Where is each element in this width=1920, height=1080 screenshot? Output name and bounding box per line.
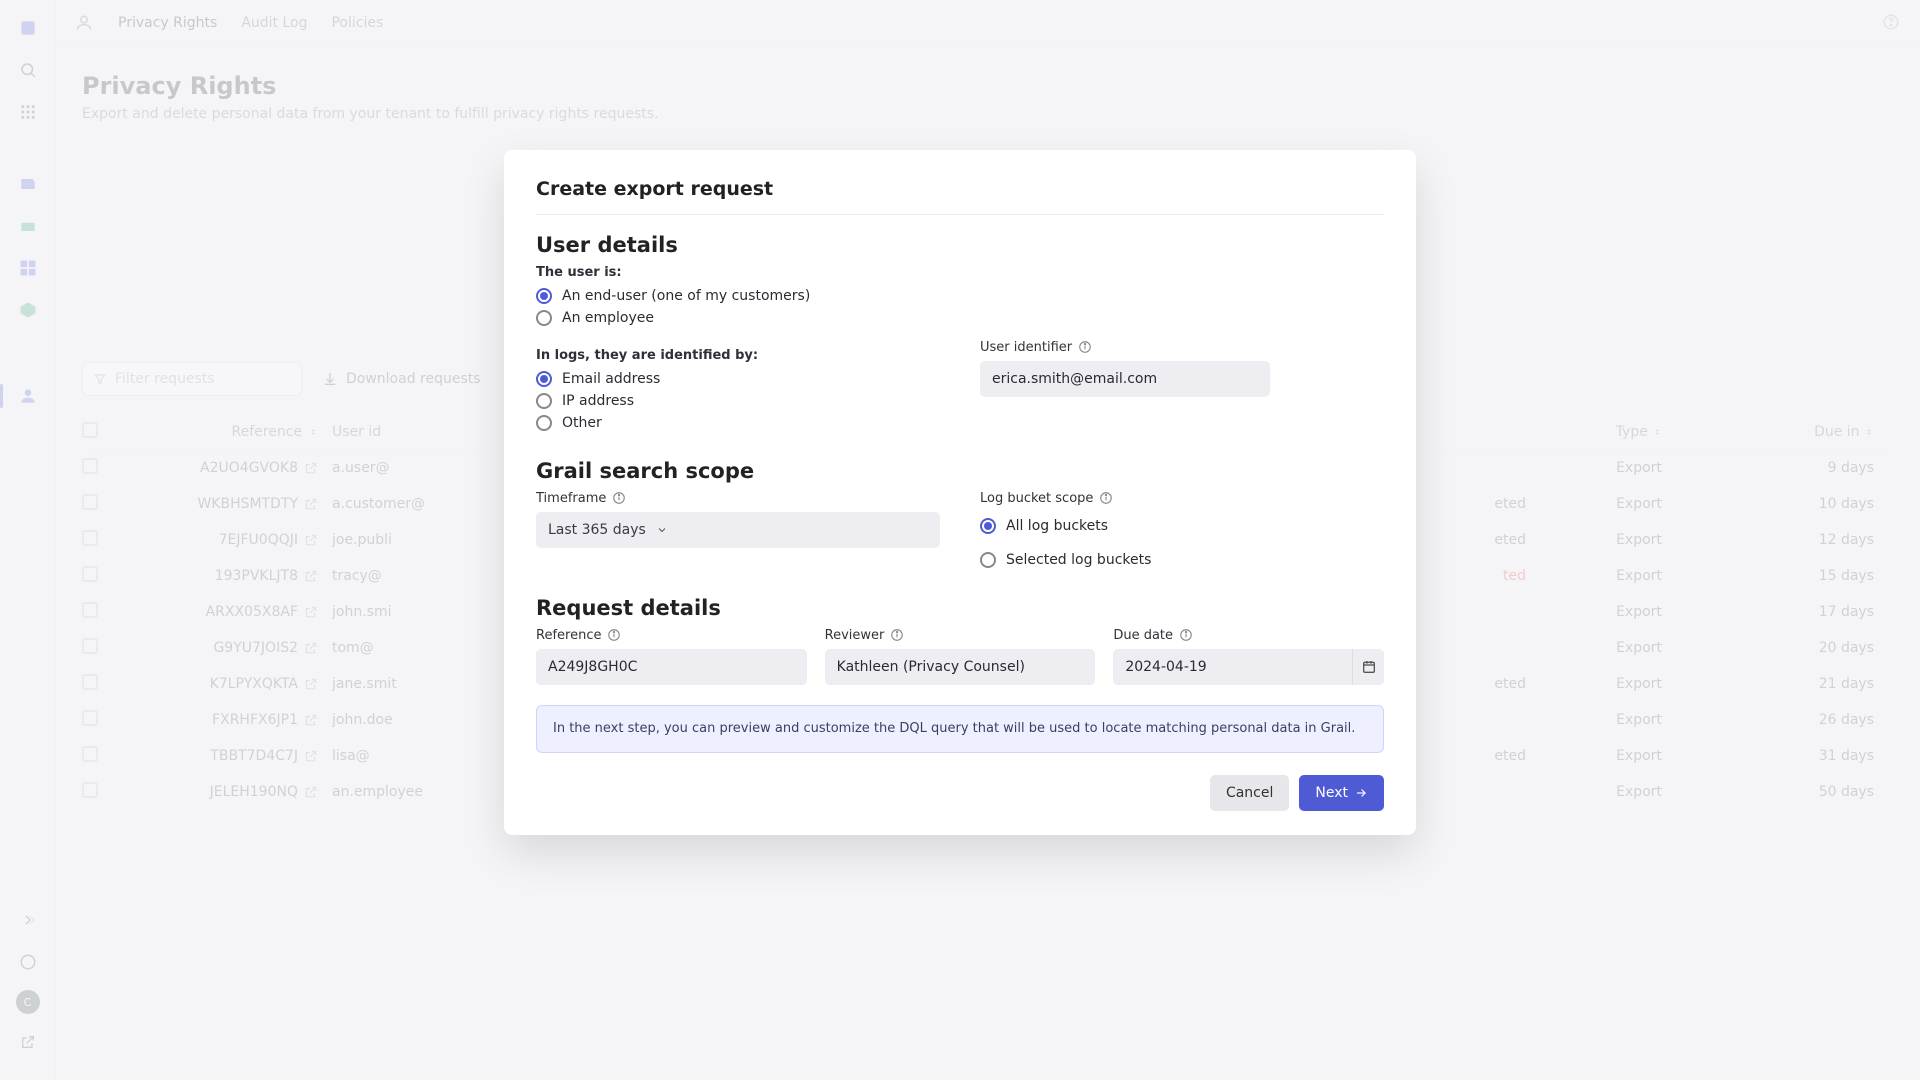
reference-label: Reference: [536, 628, 601, 643]
user-details-heading: User details: [536, 233, 1384, 257]
identified-by-label: In logs, they are identified by:: [536, 348, 940, 363]
user-is-label: The user is:: [536, 265, 1384, 280]
radio-all-buckets-label: All log buckets: [1006, 518, 1108, 534]
radio-ident-ip[interactable]: IP address: [536, 393, 940, 409]
radio-selected-buckets[interactable]: Selected log buckets: [980, 552, 1384, 568]
radio-employee-label: An employee: [562, 310, 654, 326]
request-details-heading: Request details: [536, 596, 1384, 620]
timeframe-select[interactable]: Last 365 days: [536, 512, 940, 548]
radio-dot-icon: [980, 552, 996, 568]
info-icon[interactable]: [612, 491, 627, 506]
timeframe-label: Timeframe: [536, 491, 606, 506]
radio-all-buckets[interactable]: All log buckets: [980, 518, 1384, 534]
next-button[interactable]: Next: [1299, 775, 1384, 811]
radio-end-user-label: An end-user (one of my customers): [562, 288, 810, 304]
due-date-input[interactable]: [1113, 649, 1352, 685]
radio-end-user[interactable]: An end-user (one of my customers): [536, 288, 1384, 304]
radio-dot-icon: [536, 371, 552, 387]
info-icon[interactable]: [1179, 628, 1194, 643]
bucket-scope-label: Log bucket scope: [980, 491, 1093, 506]
user-identifier-input[interactable]: [980, 361, 1270, 397]
create-export-request-modal: Create export request User details The u…: [504, 150, 1416, 835]
radio-dot-icon: [536, 393, 552, 409]
reviewer-label: Reviewer: [825, 628, 885, 643]
radio-ident-other-label: Other: [562, 415, 602, 431]
reviewer-input[interactable]: [825, 649, 1096, 685]
timeframe-value: Last 365 days: [548, 522, 646, 538]
grail-scope-heading: Grail search scope: [536, 459, 1384, 483]
info-icon[interactable]: [1078, 340, 1093, 355]
radio-dot-icon: [536, 288, 552, 304]
radio-selected-buckets-label: Selected log buckets: [1006, 552, 1151, 568]
radio-dot-icon: [980, 518, 996, 534]
date-picker-button[interactable]: [1352, 649, 1384, 685]
modal-title: Create export request: [536, 178, 1384, 215]
next-step-hint: In the next step, you can preview and cu…: [536, 705, 1384, 753]
info-icon[interactable]: [1099, 491, 1114, 506]
radio-ident-email[interactable]: Email address: [536, 371, 940, 387]
arrow-right-icon: [1354, 786, 1368, 800]
radio-employee[interactable]: An employee: [536, 310, 1384, 326]
user-identifier-label: User identifier: [980, 340, 1072, 355]
radio-ident-other[interactable]: Other: [536, 415, 940, 431]
due-date-label: Due date: [1113, 628, 1173, 643]
radio-dot-icon: [536, 310, 552, 326]
cancel-button[interactable]: Cancel: [1210, 775, 1289, 811]
calendar-icon: [1361, 659, 1377, 675]
chevron-down-icon: [656, 524, 668, 536]
info-icon[interactable]: [607, 628, 622, 643]
radio-ident-ip-label: IP address: [562, 393, 634, 409]
info-icon[interactable]: [890, 628, 905, 643]
radio-dot-icon: [536, 415, 552, 431]
radio-ident-email-label: Email address: [562, 371, 660, 387]
reference-input[interactable]: [536, 649, 807, 685]
next-button-label: Next: [1315, 785, 1348, 801]
